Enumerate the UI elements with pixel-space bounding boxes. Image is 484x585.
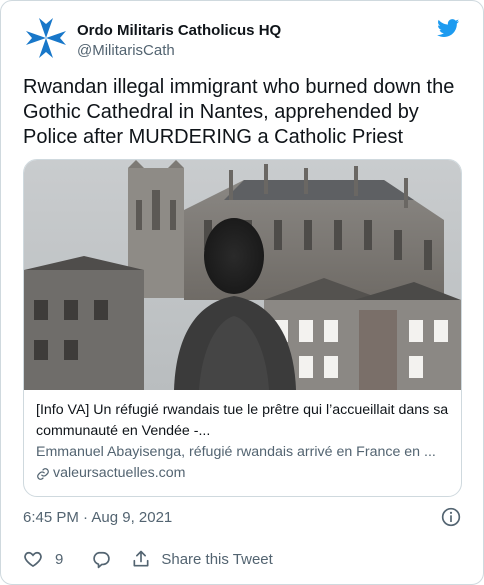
link-description: Emmanuel Abayisenga, réfugié rwandais ar… — [36, 444, 436, 460]
link-domain[interactable]: valeursactuelles.com — [36, 463, 451, 484]
cathedral-photo — [24, 160, 461, 390]
author-names: Ordo Militaris Catholicus HQ @MilitarisC… — [77, 21, 281, 60]
like-count: 9 — [55, 550, 64, 568]
author-handle[interactable]: @MilitarisCath — [77, 41, 281, 60]
info-icon[interactable] — [441, 507, 461, 527]
reply-button[interactable] — [91, 549, 111, 569]
tweet-actions: 9 Share this Tweet — [23, 548, 461, 570]
tweet-card: Ordo Militaris Catholicus HQ @MilitarisC… — [0, 0, 484, 585]
author-display-name[interactable]: Ordo Militaris Catholicus HQ — [77, 21, 281, 40]
reply-icon — [93, 551, 111, 569]
link-title[interactable]: [Info VA] Un réfugié rwandais tue le prê… — [36, 400, 451, 442]
tweet-text: Rwandan illegal immigrant who burned dow… — [23, 76, 455, 148]
heart-icon — [24, 551, 42, 568]
link-domain-text: valeursactuelles.com — [53, 465, 186, 481]
share-button[interactable]: Share this Tweet — [131, 549, 273, 569]
share-icon — [133, 550, 149, 567]
tweet-timestamp[interactable]: 6:45 PM · Aug 9, 2021 — [23, 509, 172, 526]
link-preview-meta: [Info VA] Un réfugié rwandais tue le prê… — [36, 400, 451, 484]
link-icon — [37, 467, 49, 480]
share-label: Share this Tweet — [161, 550, 273, 568]
like-button[interactable]: 9 — [23, 549, 63, 569]
link-preview-card[interactable]: [Info VA] Un réfugié rwandais tue le prê… — [23, 159, 462, 497]
tweet-header: Ordo Militaris Catholicus HQ @MilitarisC… — [23, 15, 469, 63]
maltese-cross-icon[interactable] — [23, 15, 69, 61]
twitter-bird-icon[interactable] — [436, 17, 461, 39]
